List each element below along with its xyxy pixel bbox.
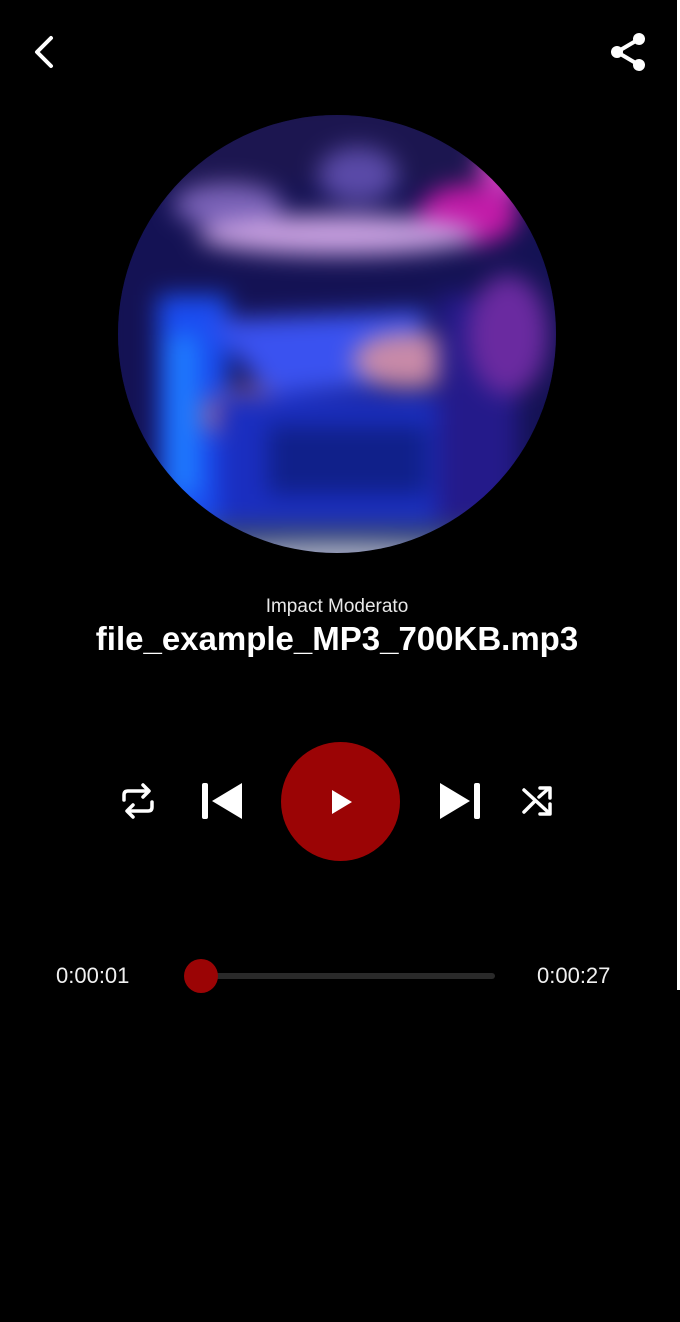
- play-icon: [331, 789, 352, 814]
- album-art: [118, 115, 556, 553]
- progress-thumb[interactable]: [184, 959, 219, 993]
- previous-button[interactable]: [194, 776, 248, 826]
- elapsed-time: 0:00:01: [56, 963, 130, 988]
- next-button[interactable]: [434, 776, 488, 826]
- shuffle-button[interactable]: [514, 778, 562, 824]
- play-button[interactable]: [281, 742, 400, 861]
- share-icon: [611, 33, 645, 71]
- share-button[interactable]: [604, 28, 652, 76]
- shuffle-icon: [522, 786, 552, 816]
- total-time: 0:00:27: [537, 963, 611, 988]
- skip-next-icon: [440, 783, 480, 819]
- back-button[interactable]: [20, 28, 68, 76]
- skip-previous-icon: [202, 783, 242, 819]
- artist-name: Impact Moderato: [265, 596, 409, 617]
- track-title: file_example_MP3_700KB.mp3: [95, 620, 579, 657]
- chevron-left-icon: [35, 36, 53, 68]
- repeat-button[interactable]: [114, 778, 162, 824]
- progress-slider[interactable]: [184, 959, 495, 993]
- repeat-icon: [122, 783, 154, 819]
